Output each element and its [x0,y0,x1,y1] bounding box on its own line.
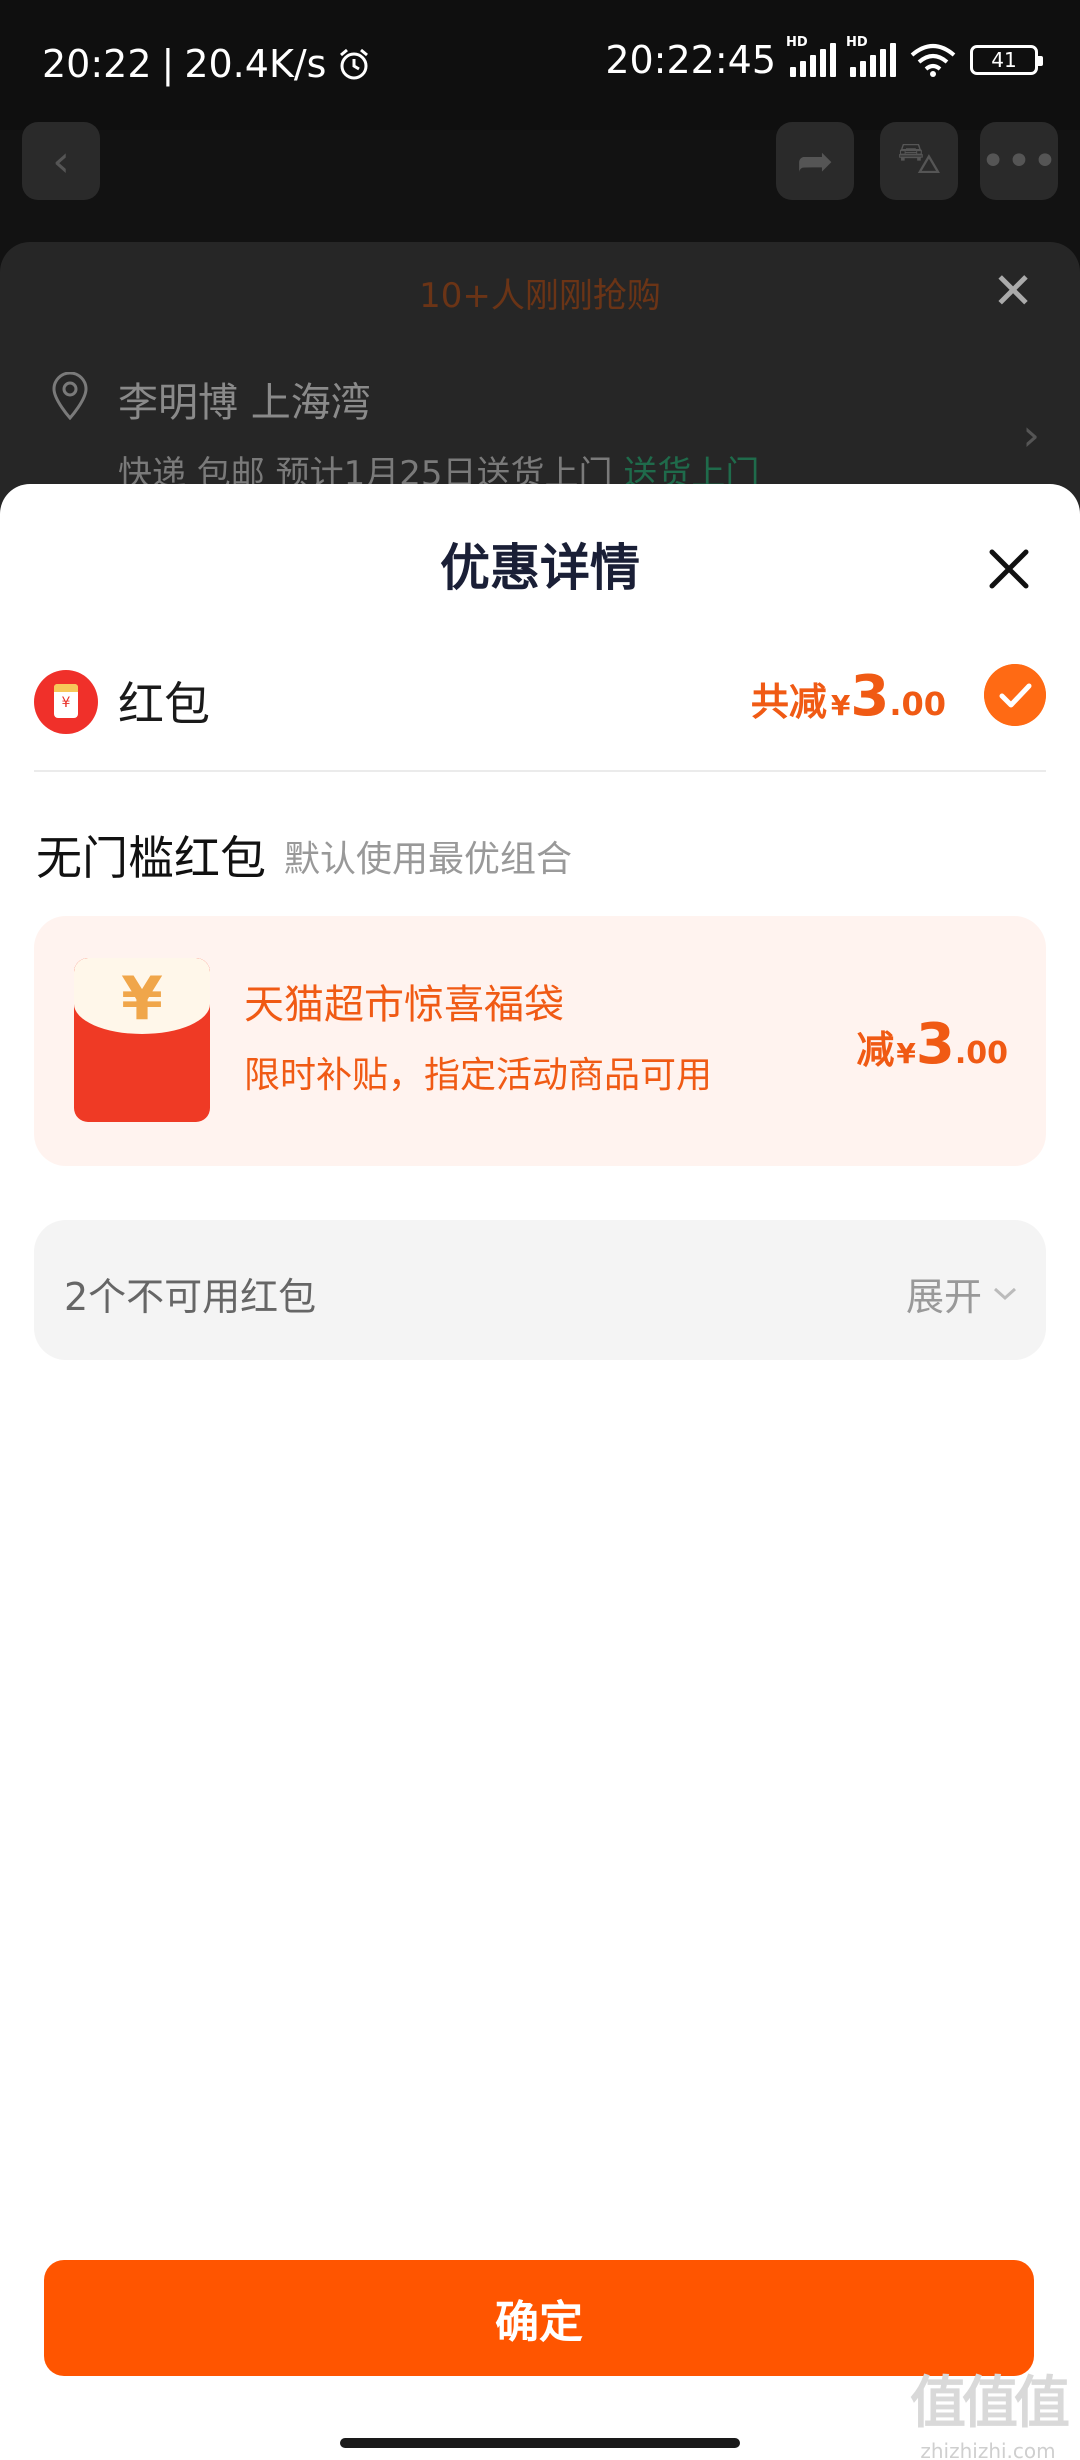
purchase-banner: 10+人刚刚抢购 [419,276,661,316]
watermark-url: zhizhizhi.com [920,2439,1056,2460]
red-packet-icon [34,670,98,734]
signal-hd-label: HD [786,35,808,50]
cart-icon: ⛍ [880,122,958,200]
sheet-title: 优惠详情 [440,539,640,597]
red-packet-row[interactable]: 红包 共减 ¥ 3 .00 [34,662,1046,746]
coupon-currency: ¥ [896,1037,916,1070]
expand-button[interactable]: 展开 [906,1266,1018,1321]
status-time: 20:22 [42,42,152,86]
network-speed: 20.4K/s [184,42,327,86]
coupon-prefix: 减 [856,1028,895,1072]
more-icon: ••• [980,122,1058,200]
status-left: 20:22 | 20.4K/s [42,42,372,86]
confirm-button[interactable]: 确定 [44,2260,1034,2376]
unavailable-packets-row[interactable]: 2个不可用红包 展开 [34,1220,1046,1360]
section-subtitle: 默认使用最优组合 [284,839,573,880]
coupon-name: 天猫超市惊喜福袋 [244,982,564,1028]
background-close-icon: ✕ [992,262,1034,320]
alarm-icon [340,48,369,80]
status-separator: | [161,42,175,86]
envelope-yen-glyph: ¥ [121,964,163,1034]
signal-hd-label-2: HD [846,35,868,50]
coupon-amount-integer: 3 [915,1012,955,1077]
close-icon[interactable] [988,548,1030,590]
discount-details-sheet: 优惠详情 红包 共减 ¥ 3 .00 无门槛红包 默认使用最优组合 ¥ 天猫超市… [0,484,1080,2460]
total-discount: 共减 ¥ 3 .00 [751,664,946,729]
battery-icon: 41 [970,45,1043,75]
wifi-icon [910,44,956,77]
home-indicator[interactable] [340,2438,740,2448]
status-bar: 20:22 | 20.4K/s 20:22:45 HD HD 41 [0,0,1080,130]
unavailable-label: 2个不可用红包 [64,1275,317,1319]
checkmark-icon[interactable] [984,664,1046,726]
total-amount-decimal: .00 [889,685,946,723]
red-packet-label: 红包 [118,677,210,731]
watermark: 值值值 zhizhizhi.com [910,2358,1070,2460]
coupon-description: 限时补贴，指定活动商品可用 [244,1055,713,1096]
total-prefix: 共减 [750,680,827,724]
battery-level: 41 [991,48,1017,72]
status-clock: 20:22:45 [605,38,776,82]
red-envelope-icon: ¥ [74,958,210,1122]
back-icon: ‹ [22,122,100,200]
total-currency: ¥ [830,689,851,722]
chevron-right-icon: › [1022,410,1040,461]
expand-label: 展开 [905,1275,982,1319]
status-right: 20:22:45 HD HD 41 [605,35,1043,82]
delivery-address: 李明博 上海湾 [118,380,371,426]
total-amount-integer: 3 [850,664,890,729]
coupon-card[interactable]: ¥ 天猫超市惊喜福袋 限时补贴，指定活动商品可用 减 ¥ 3 .00 [34,916,1046,1166]
chevron-down-icon [993,1287,1017,1300]
coupon-amount: 减 ¥ 3 .00 [856,1012,1008,1077]
section-title: 无门槛红包 [36,831,266,885]
signal-icon: HD [786,35,836,77]
divider [34,770,1046,772]
location-pin-icon [52,372,88,420]
share-icon: ➦ [776,122,854,200]
watermark-logo: 值值值 [910,2371,1070,2436]
signal-icon-2: HD [846,35,896,77]
coupon-amount-decimal: .00 [954,1036,1008,1071]
